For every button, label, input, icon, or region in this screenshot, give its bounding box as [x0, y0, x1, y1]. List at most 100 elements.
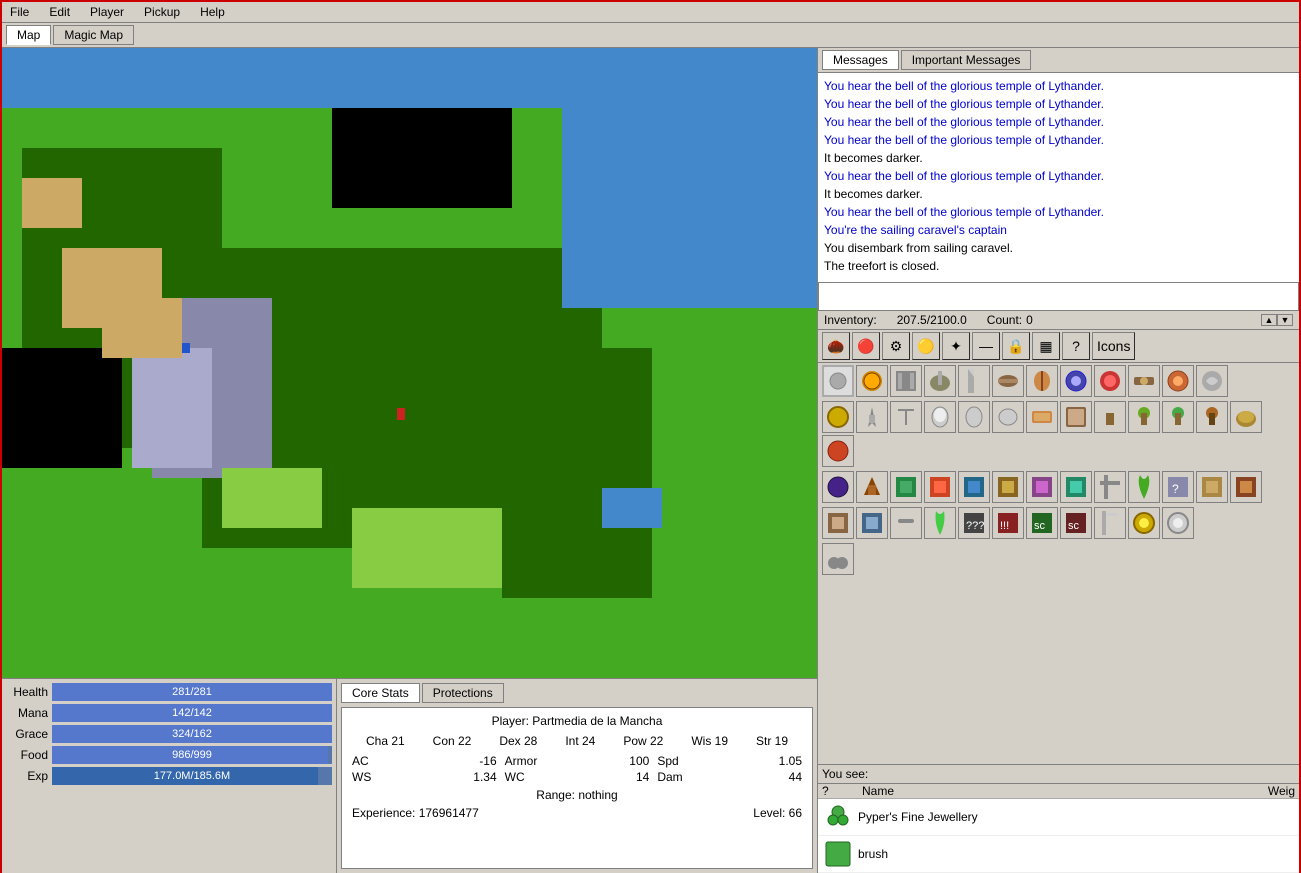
inv-cell[interactable] — [822, 435, 854, 467]
inv-cell[interactable] — [822, 471, 854, 503]
inv-cell[interactable] — [1230, 471, 1262, 503]
inv-cell[interactable] — [1026, 471, 1058, 503]
scroll-down-btn[interactable]: ▼ — [1277, 314, 1293, 326]
inv-cell[interactable] — [1094, 507, 1126, 539]
inv-cell[interactable] — [992, 401, 1024, 433]
inv-cell[interactable] — [856, 365, 888, 397]
inv-cell[interactable] — [822, 365, 854, 397]
inv-cell[interactable] — [1128, 471, 1160, 503]
inv-cell[interactable] — [1094, 401, 1126, 433]
spd-row: Spd 1.05 — [657, 754, 802, 768]
inv-cell[interactable] — [1196, 471, 1228, 503]
inv-cell[interactable] — [1196, 401, 1228, 433]
inv-row-4: ??? !!! sc sc — [818, 505, 1299, 541]
inv-cell[interactable] — [822, 543, 854, 575]
tab-protections[interactable]: Protections — [422, 683, 504, 703]
mana-bar: 142/142 — [52, 704, 332, 722]
inv-cell[interactable] — [1128, 365, 1160, 397]
inv-cell[interactable] — [992, 365, 1024, 397]
inv-btn-3[interactable]: 🟡 — [912, 332, 940, 360]
inv-btn-8[interactable]: ? — [1062, 332, 1090, 360]
inv-cell[interactable] — [1060, 471, 1092, 503]
inv-cell[interactable] — [924, 471, 956, 503]
inv-btn-2[interactable]: ⚙ — [882, 332, 910, 360]
inv-btn-6[interactable]: 🔒 — [1002, 332, 1030, 360]
spd-label: Spd — [657, 754, 678, 768]
inv-cell[interactable]: sc — [1026, 507, 1058, 539]
inv-cell[interactable] — [856, 471, 888, 503]
col-name-header: Name — [862, 784, 1235, 798]
inv-row-1 — [818, 363, 1299, 399]
inv-cell[interactable] — [1060, 365, 1092, 397]
col-weight-header: Weig — [1235, 784, 1295, 798]
jewellery-name: Pyper's Fine Jewellery — [858, 810, 1295, 824]
inv-cell[interactable] — [1094, 365, 1126, 397]
messages-tabs: Messages Important Messages — [818, 48, 1299, 73]
inv-cell[interactable] — [958, 365, 990, 397]
inventory-header: Inventory: 207.5/2100.0 Count: 0 ▲ ▼ — [818, 311, 1299, 330]
attributes-grid: Cha 21 Con 22 Dex 28 Int 24 Pow 22 Wis 1… — [352, 734, 802, 748]
inv-cell[interactable] — [822, 401, 854, 433]
char-tab-bar: Core Stats Protections — [341, 683, 813, 703]
menu-edit[interactable]: Edit — [45, 4, 74, 20]
msg-4: It becomes darker. — [824, 149, 1293, 167]
you-see-item-brush[interactable]: brush — [818, 836, 1299, 873]
inv-cell[interactable] — [924, 401, 956, 433]
inv-cell[interactable] — [1230, 401, 1262, 433]
grace-label: Grace — [6, 727, 48, 741]
menu-pickup[interactable]: Pickup — [140, 4, 184, 20]
inv-cell[interactable] — [1128, 401, 1160, 433]
inv-cell[interactable] — [1162, 365, 1194, 397]
you-see-item-jewellery[interactable]: Pyper's Fine Jewellery — [818, 799, 1299, 836]
inv-cell[interactable] — [992, 471, 1024, 503]
inv-cell[interactable]: ? — [1162, 471, 1194, 503]
inv-cell[interactable] — [924, 365, 956, 397]
tab-important-messages[interactable]: Important Messages — [901, 50, 1032, 70]
tab-map[interactable]: Map — [6, 25, 51, 45]
inv-cell[interactable] — [1162, 507, 1194, 539]
inv-btn-0[interactable]: 🌰 — [822, 332, 850, 360]
inv-cell[interactable] — [958, 401, 990, 433]
game-map[interactable] — [2, 48, 817, 678]
inv-btn-7[interactable]: ▦ — [1032, 332, 1060, 360]
brush-name: brush — [858, 847, 1295, 861]
menu-help[interactable]: Help — [196, 4, 229, 20]
combat-grid: AC -16 Armor 100 Spd 1.05 WS — [352, 754, 802, 784]
tab-messages[interactable]: Messages — [822, 50, 899, 70]
inv-cell[interactable] — [1094, 471, 1126, 503]
inv-cell[interactable] — [1026, 365, 1058, 397]
inv-cell[interactable] — [890, 365, 922, 397]
inv-btn-4[interactable]: ✦ — [942, 332, 970, 360]
inv-cell[interactable] — [890, 401, 922, 433]
tab-magic-map[interactable]: Magic Map — [53, 25, 134, 45]
inv-cell[interactable] — [1026, 401, 1058, 433]
menu-player[interactable]: Player — [86, 4, 128, 20]
inv-cell[interactable] — [856, 507, 888, 539]
health-bar: 281/281 — [52, 683, 332, 701]
menu-file[interactable]: File — [6, 4, 33, 20]
inv-btn-1[interactable]: 🔴 — [852, 332, 880, 360]
inv-cell[interactable] — [890, 471, 922, 503]
inv-cell[interactable] — [1060, 401, 1092, 433]
inv-cell[interactable] — [924, 507, 956, 539]
inv-cell[interactable]: sc — [1060, 507, 1092, 539]
inv-cell[interactable] — [856, 401, 888, 433]
menu-bar: File Edit Player Pickup Help — [2, 2, 1299, 23]
inv-cell[interactable]: !!! — [992, 507, 1024, 539]
inv-cell[interactable] — [1162, 401, 1194, 433]
chat-input[interactable] — [819, 283, 1298, 310]
exp-row: Exp 177.0M/185.6M — [6, 767, 332, 785]
inv-cell[interactable] — [822, 507, 854, 539]
scroll-up-btn[interactable]: ▲ — [1261, 314, 1277, 326]
inv-cell[interactable] — [1196, 365, 1228, 397]
inv-cell[interactable] — [890, 507, 922, 539]
inv-btn-icons[interactable]: Icons — [1092, 332, 1135, 360]
experience-text: Experience: 176961477 — [352, 806, 479, 820]
food-row: Food 986/999 — [6, 746, 332, 764]
inv-btn-5[interactable]: — — [972, 332, 1000, 360]
inv-cell[interactable]: ??? — [958, 507, 990, 539]
armor-row: Armor 100 — [505, 754, 650, 768]
inv-cell[interactable] — [1128, 507, 1160, 539]
tab-core-stats[interactable]: Core Stats — [341, 683, 420, 703]
inv-cell[interactable] — [958, 471, 990, 503]
